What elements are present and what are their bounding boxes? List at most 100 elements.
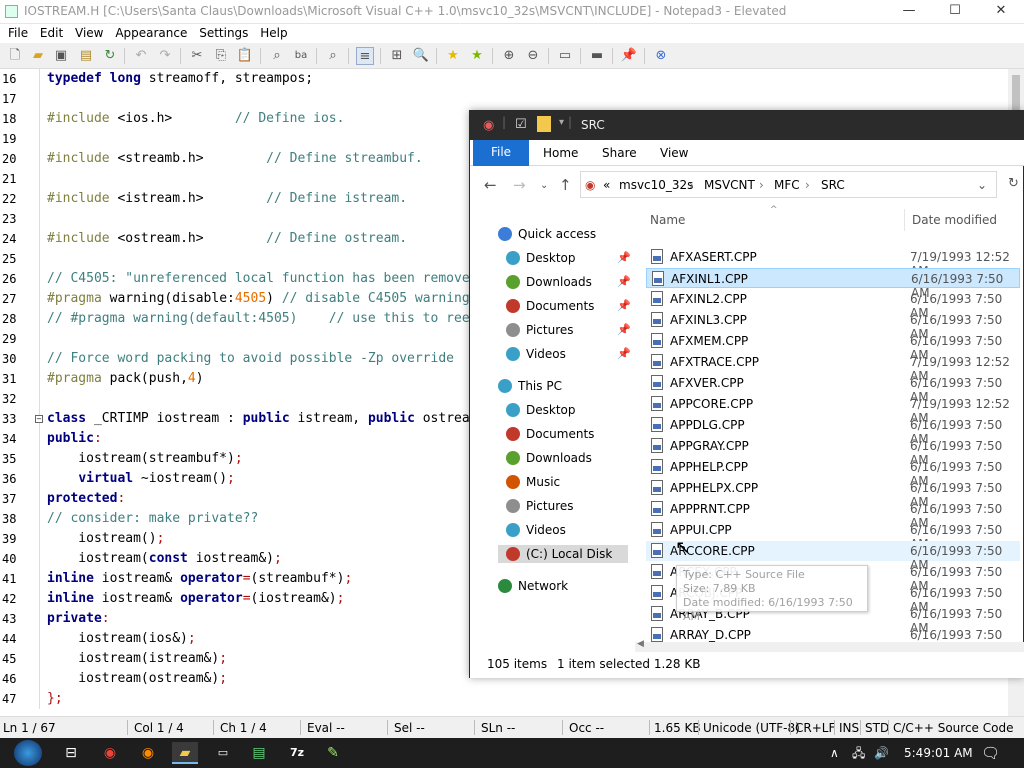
pin-icon[interactable]: 📌 (617, 275, 631, 288)
ribbon-file-tab[interactable]: File (473, 140, 529, 166)
file-row[interactable]: APPHELP.CPP 6/16/1993 7:50 AM (646, 457, 1020, 488)
file-row[interactable]: AFXINL3.CPP 6/16/1993 7:50 AM (646, 310, 1020, 341)
exit-icon[interactable]: ⊗ (652, 47, 670, 65)
zoom-fit-icon[interactable]: ⊞ (388, 47, 406, 65)
code-line[interactable]: iostream(ios&); (47, 631, 195, 646)
nav-item-videos[interactable]: Videos (506, 523, 566, 537)
close-button[interactable]: ✕ (978, 0, 1024, 24)
copy-icon[interactable]: ⎘ (212, 47, 230, 65)
open-folder-icon[interactable]: ▰ (29, 47, 47, 65)
address-bar[interactable]: ◉ « msvc10_32s › MSVCNT › MFC › SRC ⌄ (580, 171, 997, 198)
code-line[interactable]: iostream(const iostream&); (47, 551, 282, 566)
pin-icon[interactable]: 📌 (617, 299, 631, 312)
task-view-icon[interactable]: ⊟ (59, 742, 83, 764)
star-icon[interactable]: ★ (444, 47, 462, 65)
breadcrumb-mfc[interactable]: MFC (774, 178, 800, 192)
volume-icon[interactable]: 🔊 (874, 738, 889, 768)
code-line[interactable]: typedef long streamoff, streampos; (47, 71, 313, 86)
firefox-icon[interactable]: ◉ (136, 742, 160, 764)
status-line[interactable]: Ln 1 / 67 (3, 721, 56, 735)
menu-file[interactable]: File (0, 24, 28, 42)
command-prompt-icon[interactable]: ▭ (211, 742, 235, 764)
code-line[interactable]: iostream(streambuf*); (47, 451, 242, 466)
forward-arrow-icon[interactable]: → (513, 176, 526, 194)
menu-view[interactable]: View (67, 24, 103, 42)
redo-icon[interactable]: ↷ (156, 47, 174, 65)
status-file-size[interactable]: 1.65 KB (654, 721, 701, 735)
goto-icon[interactable]: ⌕ (324, 47, 342, 65)
breadcrumb-msvcnt[interactable]: MSVCNT (704, 178, 755, 192)
code-line[interactable]: inline iostream& operator=(streambuf*); (47, 571, 352, 586)
breadcrumb-msvc10[interactable]: msvc10_32s (619, 178, 693, 192)
reload-icon[interactable]: ↻ (101, 47, 119, 65)
replace-icon[interactable]: ba (292, 47, 310, 65)
code-line[interactable]: private: (47, 611, 110, 626)
code-line[interactable]: public: (47, 431, 102, 446)
nav-item-network[interactable]: Network (498, 579, 568, 593)
network-icon[interactable]: 🖧 (852, 738, 865, 768)
code-line[interactable]: }; (47, 691, 63, 706)
file-row[interactable]: ARCCORE.CPP 6/16/1993 7:50 AM (646, 541, 1020, 572)
code-line[interactable]: virtual ~iostream(); (47, 471, 235, 486)
file-row[interactable]: APPCORE.CPP 7/19/1993 12:52 AM (646, 394, 1020, 425)
file-row[interactable]: AFXASERT.CPP7/19/1993 12:52 AM (646, 247, 1020, 278)
chrome-icon[interactable]: ◉ (98, 742, 122, 764)
status-eol[interactable]: CR+LF (795, 721, 835, 735)
nav-item-pictures[interactable]: Pictures (506, 323, 574, 337)
code-line[interactable]: #include <streamb.h> // Define streambuf… (47, 151, 423, 166)
nav-item-desktop[interactable]: Desktop (506, 251, 576, 265)
recent-locations-icon[interactable]: ⌄ (540, 180, 548, 191)
menu-help[interactable]: Help (252, 24, 287, 42)
7zip-icon[interactable]: 7z (285, 742, 309, 764)
clock[interactable]: 5:49:01 AM (904, 738, 973, 768)
scheme-icon[interactable]: ▭ (556, 47, 574, 65)
file-row[interactable]: APPDLG.CPP 6/16/1993 7:50 AM (646, 415, 1020, 446)
file-row[interactable]: APPGRAY.CPP 6/16/1993 7:50 AM (646, 436, 1020, 467)
status-lexer[interactable]: C/C++ Source Code (893, 721, 1013, 735)
status-ins[interactable]: INS (839, 721, 859, 735)
file-row[interactable]: APPPRNT.CPP 6/16/1993 7:50 AM (646, 499, 1020, 530)
code-line[interactable]: inline iostream& operator=(iostream&); (47, 591, 344, 606)
code-line[interactable]: iostream(istream&); (47, 651, 227, 666)
menu-edit[interactable]: Edit (32, 24, 63, 42)
properties-icon[interactable]: ☑ (515, 117, 527, 132)
quick-access-dropdown-icon[interactable]: ▾ (559, 117, 564, 128)
code-line[interactable]: // consider: make private?? (47, 511, 258, 526)
code-line[interactable]: #pragma pack(push,4) (47, 371, 204, 386)
action-center-icon[interactable]: 🗨 (981, 738, 1000, 768)
menu-settings[interactable]: Settings (191, 24, 248, 42)
pin-icon[interactable]: 📌 (617, 251, 631, 264)
word-wrap-icon[interactable]: ≡ (356, 47, 374, 65)
nav-item-documents[interactable]: Documents (506, 427, 594, 441)
file-row[interactable]: AFXVER.CPP 6/16/1993 7:50 AM (646, 373, 1020, 404)
show-hidden-icons-icon[interactable]: ∧ (830, 738, 839, 768)
address-dropdown-icon[interactable]: ⌄ (977, 178, 987, 192)
menu-appearance[interactable]: Appearance (107, 24, 187, 42)
save-as-icon[interactable]: ▤ (77, 47, 95, 65)
address-overflow[interactable]: « (603, 178, 610, 192)
paste-icon[interactable]: 📋 (236, 47, 254, 65)
notepad3-taskbar-icon[interactable]: ▤ (247, 742, 271, 764)
nav-item-downloads[interactable]: Downloads (506, 275, 592, 289)
nav-item-this-pc[interactable]: This PC (498, 379, 562, 393)
status-selected-lines[interactable]: SLn -- (481, 721, 515, 735)
file-row[interactable]: AFXTRACE.CPP 7/19/1993 12:52 AM (646, 352, 1020, 383)
code-line[interactable]: // #pragma warning(default:4505) // use … (47, 311, 509, 326)
status-selection[interactable]: Sel -- (394, 721, 425, 735)
status-column[interactable]: Col 1 / 4 (134, 721, 184, 735)
file-row[interactable]: AFXINL1.CPP 6/16/1993 7:50 AM (646, 268, 1020, 300)
scroll-left-icon[interactable]: ◀ (637, 639, 644, 649)
nav-item-c-local-disk[interactable]: (C:) Local Disk (498, 545, 628, 563)
file-row[interactable]: AFXINL2.CPP 6/16/1993 7:50 AM (646, 289, 1020, 320)
new-file-icon[interactable]: 🗋 (6, 47, 24, 65)
file-row[interactable]: AFXMEM.CPP 6/16/1993 7:50 AM (646, 331, 1020, 362)
status-eval[interactable]: Eval -- (307, 721, 345, 735)
pin-icon[interactable]: 📌 (620, 47, 638, 65)
ribbon-share-tab[interactable]: Share (602, 146, 637, 160)
favorite-add-icon[interactable]: ★ (468, 47, 486, 65)
code-line[interactable]: #include <istream.h> // Define istream. (47, 191, 407, 206)
code-line[interactable]: iostream(ostream&); (47, 671, 227, 686)
app-taskbar-icon[interactable]: ✎ (321, 742, 345, 764)
nav-item-pictures[interactable]: Pictures (506, 499, 574, 513)
status-std[interactable]: STD (865, 721, 889, 735)
